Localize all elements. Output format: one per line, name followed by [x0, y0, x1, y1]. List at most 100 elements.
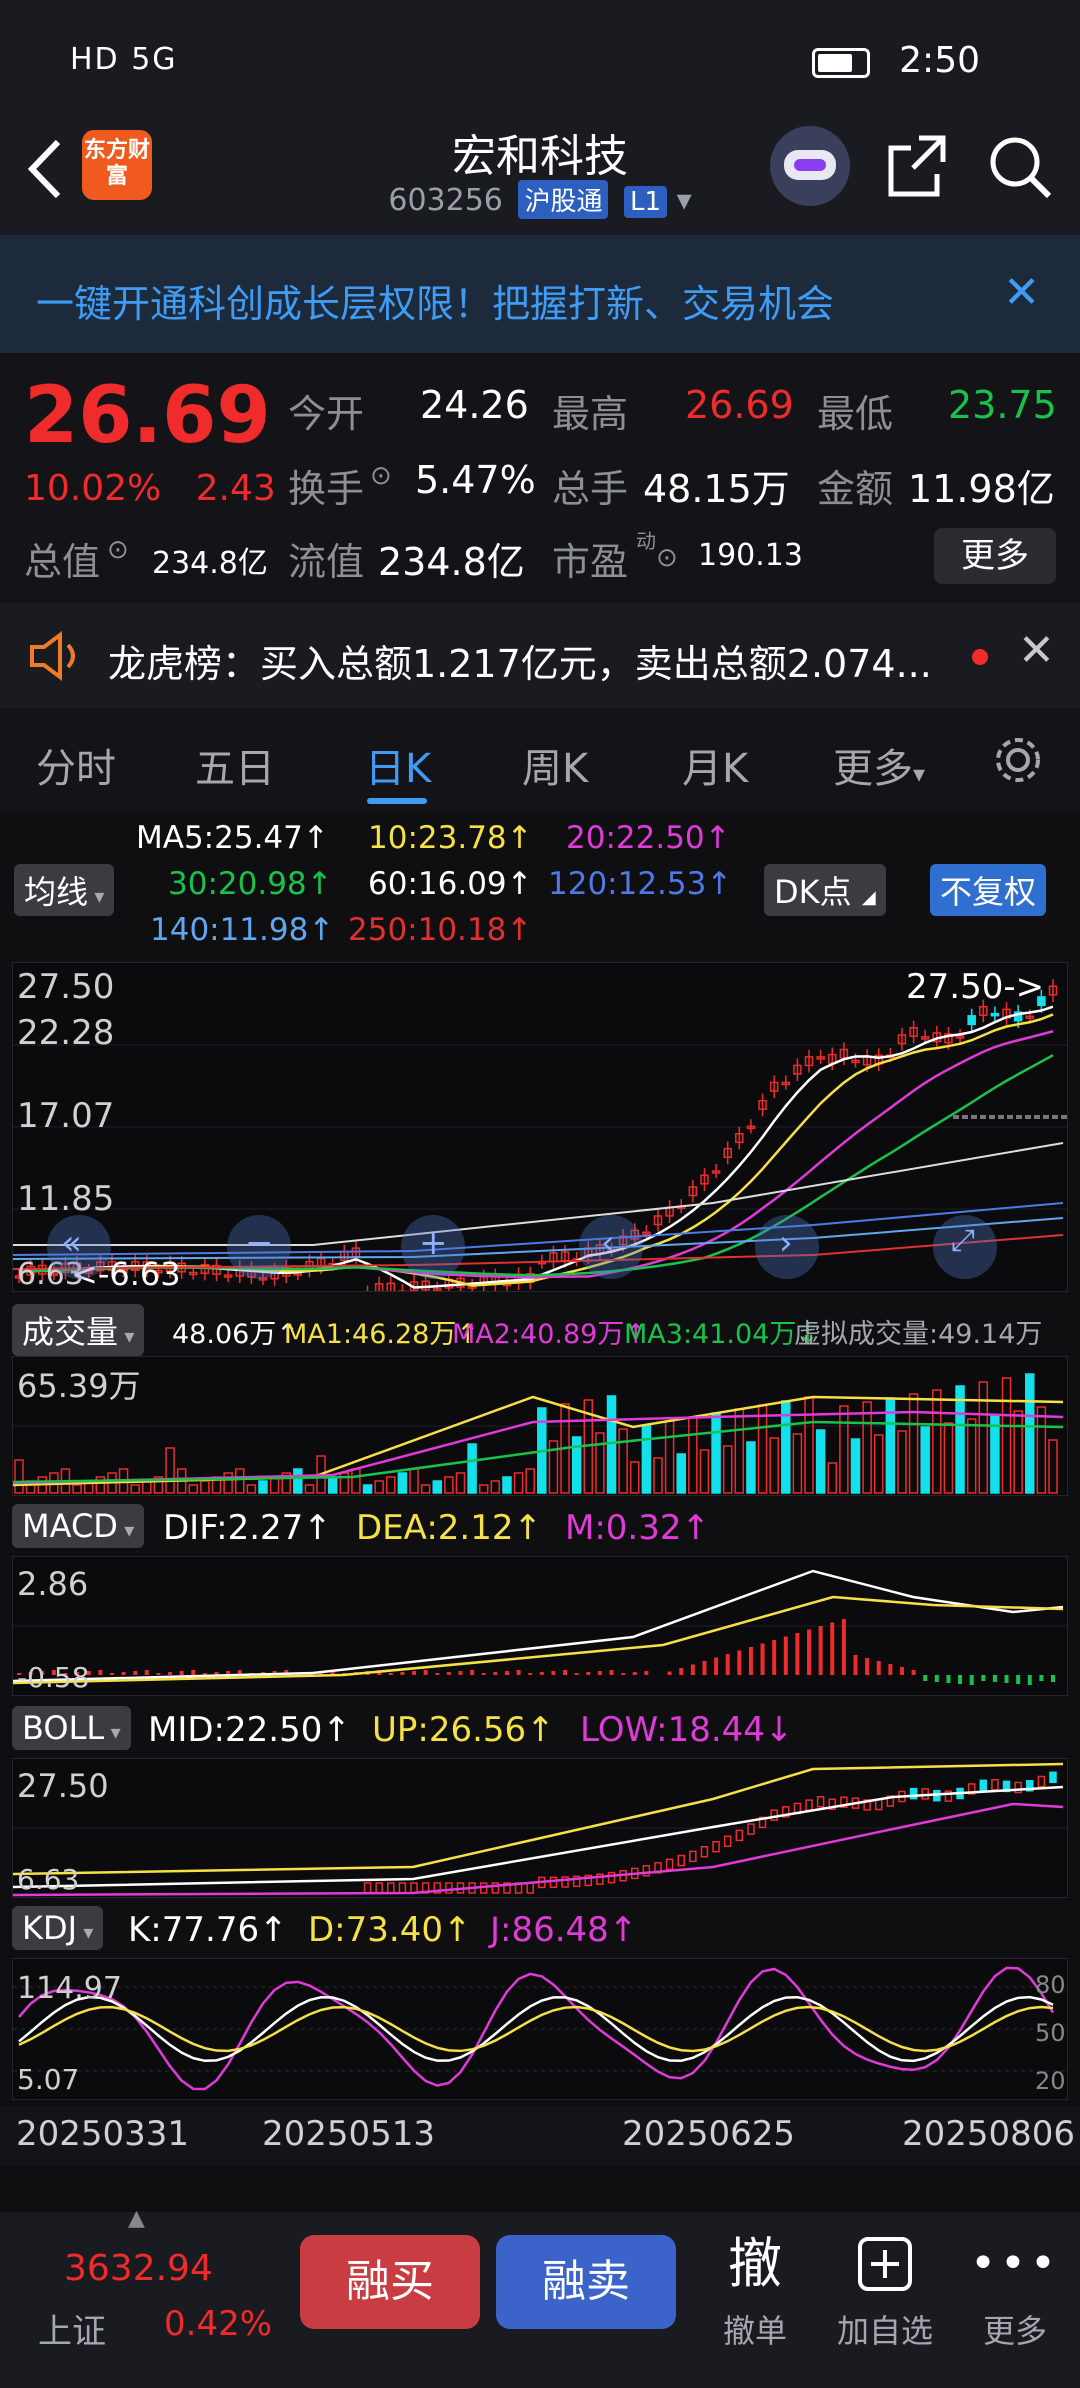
volume-bar: [362, 1484, 373, 1494]
boll-candle: [642, 1865, 651, 1877]
info-icon[interactable]: ⊙: [656, 543, 678, 573]
boll-candle: [1037, 1775, 1046, 1788]
scroll-right-button[interactable]: ›: [755, 1215, 819, 1279]
boll-candle: [735, 1829, 744, 1842]
low-label: 最低: [817, 392, 894, 436]
change-percent: 10.02%: [24, 468, 162, 509]
volume-bar: [688, 1416, 698, 1494]
speaker-icon: [30, 631, 75, 681]
volume-bar: [746, 1441, 756, 1494]
volume-current: 48.06万↑: [172, 1319, 299, 1350]
cancel-icon: 撤: [728, 2232, 782, 2295]
tab-monthly-k[interactable]: 月K: [682, 736, 748, 794]
volume-bar: [420, 1484, 431, 1494]
more-actions-button[interactable]: ••• 更多: [970, 2232, 1060, 2372]
tab-daily-k[interactable]: 日K: [365, 736, 431, 794]
tab-more-label: 更多: [833, 746, 913, 792]
boll-candle: [874, 1798, 883, 1811]
cancel-order-button[interactable]: 撤 撤单: [710, 2232, 800, 2372]
boll-candle: [607, 1871, 616, 1884]
connect-tag: 沪股通: [518, 180, 609, 219]
volume-bar: [513, 1472, 524, 1494]
macd-chart[interactable]: 2.86 -0.58: [12, 1556, 1068, 1696]
boll-candle: [363, 1882, 372, 1894]
scroll-left-button[interactable]: ‹: [579, 1215, 643, 1279]
close-icon[interactable]: ✕: [1018, 625, 1055, 676]
kline-canvas: [13, 979, 1067, 1291]
volume-bar: [1013, 1410, 1023, 1494]
volume-bar: [130, 1484, 140, 1494]
close-icon[interactable]: ✕: [1003, 267, 1040, 318]
info-icon[interactable]: ⊙: [107, 535, 129, 565]
fullscreen-button[interactable]: ⤢: [933, 1215, 997, 1279]
ma-select-button[interactable]: 均线 ▾: [14, 864, 115, 916]
volume-bar: [757, 1404, 768, 1494]
scroll-left-fast-button[interactable]: «: [47, 1215, 111, 1279]
boll-candle: [689, 1850, 697, 1863]
search-icon[interactable]: [985, 130, 1055, 200]
volume-bar: [804, 1396, 814, 1494]
kline-chart[interactable]: 27.50 22.28 17.07 11.85 6.63 27.50-> <-6…: [12, 962, 1068, 1293]
volume-bar: [409, 1468, 419, 1494]
volume-bar: [490, 1480, 501, 1494]
tab-more[interactable]: 更多▾: [833, 736, 925, 794]
volume-legend: 成交量 ▾ 48.06万↑ MA1:46.28万↑ MA2:40.89万↑ MA…: [0, 1298, 1080, 1358]
dk-point-button[interactable]: DK点 ◢: [764, 864, 886, 916]
volume-bar: [397, 1472, 408, 1494]
volume-bar: [722, 1445, 733, 1494]
boll-candle: [712, 1840, 720, 1853]
margin-buy-button[interactable]: 融买: [300, 2235, 480, 2329]
unread-dot: [972, 649, 988, 665]
boll-candle: [549, 1876, 558, 1889]
boll-candle: [979, 1779, 988, 1792]
date-label: 20250331: [16, 2114, 190, 2154]
index-value[interactable]: 3632.94: [64, 2248, 213, 2289]
news-ticker[interactable]: 龙虎榜：买入总额1.217亿元，卖出总额2.074... ✕: [0, 603, 1080, 708]
float-value: 234.8亿: [378, 540, 525, 584]
add-watchlist-button[interactable]: 加自选: [830, 2232, 940, 2372]
more-quote-button[interactable]: 更多: [934, 528, 1056, 584]
adjust-button[interactable]: 不复权: [930, 864, 1047, 916]
stock-code: 603256: [388, 183, 503, 218]
volume-bar: [258, 1480, 268, 1494]
zoom-out-button[interactable]: −: [227, 1215, 291, 1279]
volume-bar: [676, 1453, 686, 1494]
virtual-volume: 虚拟成交量:49.14万: [794, 1319, 1043, 1350]
boll-candle: [805, 1799, 813, 1811]
zoom-in-button[interactable]: +: [401, 1215, 465, 1279]
mktcap-label: 总值: [24, 540, 101, 584]
boll-low-line: [13, 1802, 1064, 1897]
volume-chart[interactable]: 65.39万: [12, 1356, 1068, 1496]
volume-tick: 65.39万: [17, 1367, 141, 1405]
volume-bar: [827, 1462, 838, 1494]
volume-bar: [839, 1405, 849, 1494]
index-name: 上证: [38, 2312, 106, 2352]
boll-chart[interactable]: 27.50 6.63: [12, 1758, 1068, 1898]
macd-select-button[interactable]: MACD ▾: [12, 1504, 145, 1548]
margin-sell-button[interactable]: 融卖: [496, 2235, 676, 2329]
promo-banner[interactable]: 一键开通科创成长层权限！把握打新、交易机会 ✕: [0, 235, 1080, 353]
info-icon[interactable]: ⊙: [370, 461, 392, 491]
volume-bar: [1048, 1439, 1058, 1494]
kdj-chart[interactable]: 114.97 5.07 80 50 20: [12, 1958, 1068, 2100]
volume-bar: [14, 1459, 24, 1494]
volume-bar: [444, 1476, 454, 1494]
ma20-line: [18, 1030, 1054, 1279]
amount-label: 金额: [817, 467, 894, 511]
date-label: 20250625: [622, 2114, 796, 2154]
price-tick: 22.28: [17, 1013, 115, 1053]
gear-icon[interactable]: [990, 732, 1046, 788]
tab-5day[interactable]: 五日: [195, 736, 275, 794]
share-icon[interactable]: [885, 130, 949, 200]
assistant-avatar[interactable]: [770, 126, 850, 206]
turnover-value: 5.47%: [415, 458, 536, 502]
kdj-select-button[interactable]: KDJ ▾: [12, 1906, 104, 1950]
cancel-label: 撤单: [722, 2312, 787, 2350]
last-price: 26.69: [24, 371, 271, 461]
boll-select-button[interactable]: BOLL ▾: [12, 1706, 131, 1750]
tab-weekly-k[interactable]: 周K: [522, 736, 588, 794]
chevron-up-icon[interactable]: ▲: [128, 2206, 145, 2231]
volume-select-button[interactable]: 成交量 ▾: [12, 1304, 145, 1356]
tab-intraday[interactable]: 分时: [36, 736, 116, 794]
macd-dea: DEA:2.12↑: [356, 1508, 542, 1548]
